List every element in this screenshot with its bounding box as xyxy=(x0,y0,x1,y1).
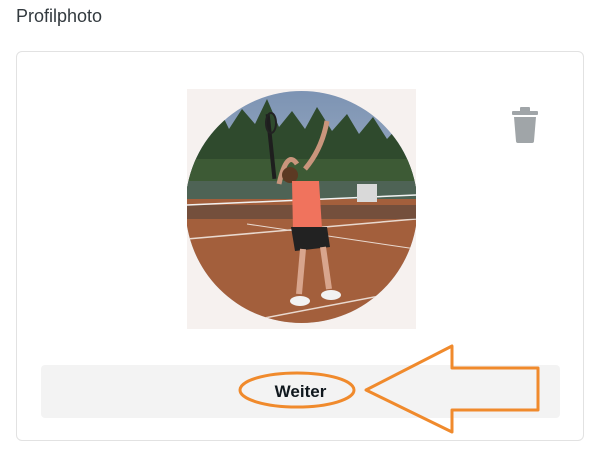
profile-photo-image xyxy=(187,89,416,329)
continue-button[interactable]: Weiter xyxy=(41,365,560,418)
profile-photo-preview[interactable] xyxy=(187,89,416,329)
delete-photo-button[interactable] xyxy=(511,107,539,143)
profile-photo-heading: Profilphoto xyxy=(16,6,103,26)
trash-icon xyxy=(512,107,538,143)
profile-photo-card: Weiter xyxy=(16,51,584,441)
